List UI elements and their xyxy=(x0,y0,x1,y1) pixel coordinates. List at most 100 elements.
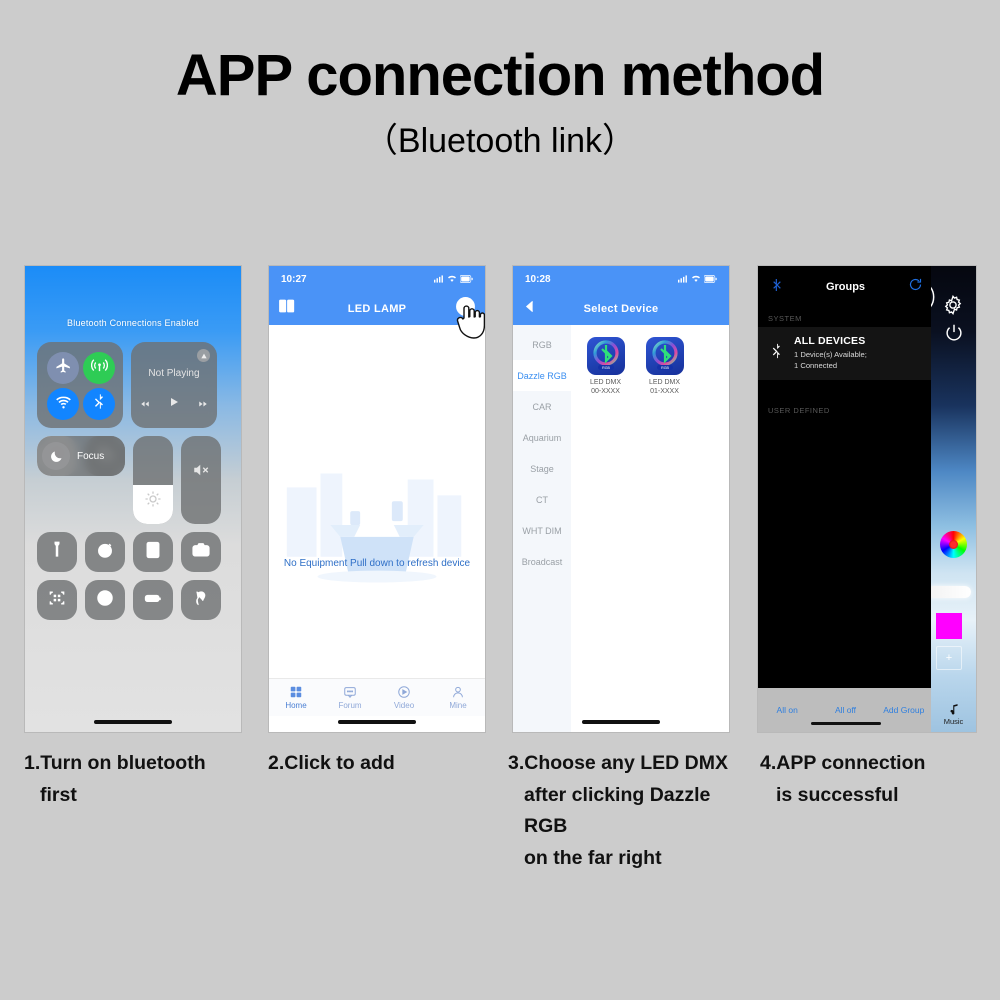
tab-home[interactable]: Home xyxy=(269,685,323,710)
timer-button[interactable] xyxy=(85,532,125,572)
rewind-icon[interactable] xyxy=(139,396,151,414)
device-name: LED DMX 00-XXXX xyxy=(583,378,628,396)
mute-icon xyxy=(181,461,221,484)
person-icon xyxy=(453,686,463,698)
play-icon[interactable] xyxy=(168,395,180,414)
grid-icon xyxy=(290,686,302,698)
chevron-left-icon[interactable] xyxy=(522,298,539,320)
tab-video[interactable]: Video xyxy=(377,685,431,710)
airplay-icon[interactable] xyxy=(197,349,210,362)
music-label: Music xyxy=(943,717,964,726)
calculator-button[interactable] xyxy=(133,532,173,572)
caption-3-line1: 3.Choose any LED DMX xyxy=(508,752,728,774)
sidebar-item-rgb[interactable]: RGB xyxy=(513,329,571,360)
device-name-line2: 00-XXXX xyxy=(591,388,620,396)
page-title: APP connection method xyxy=(175,43,825,108)
all-devices-detail: 1 Device(s) Available; 1 Connected xyxy=(794,349,867,371)
add-group-button[interactable]: Add Group xyxy=(875,705,933,715)
low-power-button[interactable] xyxy=(133,580,173,620)
status-time: 10:27 xyxy=(281,273,307,285)
gear-icon[interactable] xyxy=(942,294,964,321)
detail-line2: 1 Connected xyxy=(794,361,838,370)
fast-forward-icon[interactable] xyxy=(197,396,209,414)
status-time: 10:28 xyxy=(525,273,551,285)
signal-icon xyxy=(678,275,687,283)
nav-title: LED LAMP xyxy=(347,302,407,315)
sidebar-item-wht-dim[interactable]: WHT DIM xyxy=(513,515,571,546)
control-sidebar-panel: + Music xyxy=(931,266,976,732)
groups-bottom-bar: All on All off Add Group xyxy=(758,688,933,732)
nav-title: Select Device xyxy=(583,302,659,315)
svg-text:RGB: RGB xyxy=(602,366,610,370)
qr-scanner-button[interactable] xyxy=(37,580,77,620)
tab-mine[interactable]: Mine xyxy=(431,685,485,710)
power-icon[interactable] xyxy=(943,322,965,349)
all-devices-title: ALL DEVICES xyxy=(794,335,866,347)
media-controls[interactable] xyxy=(131,395,217,414)
focus-toggle[interactable]: Focus xyxy=(37,436,125,476)
tab-home-label: Home xyxy=(285,701,307,710)
battery-icon xyxy=(143,588,163,613)
tab-video-label: Video xyxy=(393,701,415,710)
music-note-icon xyxy=(950,704,958,715)
caption-4-line1: 4.APP connection xyxy=(760,752,926,774)
sidebar-item-car[interactable]: CAR xyxy=(513,391,571,422)
sidebar-item-broadcast[interactable]: Broadcast xyxy=(513,546,571,577)
camera-button[interactable] xyxy=(181,532,221,572)
timer-icon xyxy=(95,540,115,565)
sidebar-item-stage[interactable]: Stage xyxy=(513,453,571,484)
sidebar-item-dazzle-rgb[interactable]: Dazzle RGB xyxy=(513,360,571,391)
brightness-slider[interactable] xyxy=(931,586,971,598)
device-item[interactable]: RGB LED DMX 00-XXXX xyxy=(583,337,628,732)
nav-bar: Select Device xyxy=(513,292,729,325)
control-center-grid: Not Playing Focus xyxy=(37,342,229,628)
device-item[interactable]: RGB LED DMX 01-XXXX xyxy=(642,337,687,732)
manual-book-icon[interactable] xyxy=(278,298,296,319)
page-subtitle: （Bluetooth link） xyxy=(363,121,637,160)
all-on-button[interactable]: All on xyxy=(758,705,816,715)
bluetooth-toggle[interactable] xyxy=(83,388,115,420)
caption-3-line3: on the far right xyxy=(524,846,662,869)
caption-2-line1: 2.Click to add xyxy=(268,752,395,774)
bluetooth-icon xyxy=(91,393,108,415)
bluetooth-banner: Bluetooth Connections Enabled xyxy=(67,318,199,328)
phone-4-groups: Groups SYSTEM ALL DEVICES 1 Device(s) Av… xyxy=(757,265,977,733)
signal-icon xyxy=(434,275,443,283)
home-indicator xyxy=(338,720,416,724)
cellular-toggle[interactable] xyxy=(83,352,115,384)
color-swatch[interactable] xyxy=(936,613,962,639)
nav-bar: LED LAMP xyxy=(269,292,485,325)
all-off-button[interactable]: All off xyxy=(816,705,874,715)
wifi-toggle[interactable] xyxy=(47,388,79,420)
wifi-icon xyxy=(55,393,72,415)
cellular-icon xyxy=(90,357,108,379)
screen-record-button[interactable] xyxy=(85,580,125,620)
media-status: Not Playing xyxy=(148,368,200,379)
wifi-icon xyxy=(692,275,700,282)
connectivity-module[interactable] xyxy=(37,342,123,428)
detail-line1: 1 Device(s) Available; xyxy=(794,350,867,359)
media-module[interactable]: Not Playing xyxy=(131,342,217,428)
music-button[interactable]: Music xyxy=(931,702,976,726)
caption-3: 3.Choose any LED DMX after clicking Dazz… xyxy=(508,748,748,874)
brightness-slider[interactable] xyxy=(133,436,173,524)
color-wheel-icon[interactable] xyxy=(940,531,967,558)
tab-mine-label: Mine xyxy=(449,701,467,710)
qr-code-icon xyxy=(47,588,67,613)
moon-icon xyxy=(42,442,70,470)
all-devices-row[interactable]: ALL DEVICES 1 Device(s) Available; 1 Con… xyxy=(758,327,933,380)
add-preset-button[interactable]: + xyxy=(936,646,962,670)
caption-4-line2: is successful xyxy=(776,783,899,806)
flashlight-button[interactable] xyxy=(37,532,77,572)
device-name-line1: LED DMX xyxy=(648,379,681,386)
hearing-button[interactable] xyxy=(181,580,221,620)
airplane-icon xyxy=(55,357,72,379)
battery-icon xyxy=(704,275,717,283)
volume-slider[interactable] xyxy=(181,436,221,524)
caption-2: 2.Click to add xyxy=(268,748,498,780)
sidebar-item-ct[interactable]: CT xyxy=(513,484,571,515)
airplane-mode-toggle[interactable] xyxy=(47,352,79,384)
tab-forum[interactable]: Forum xyxy=(323,685,377,710)
caption-1-line1: 1.Turn on bluetooth xyxy=(24,752,206,774)
sidebar-item-aquarium[interactable]: Aquarium xyxy=(513,422,571,453)
